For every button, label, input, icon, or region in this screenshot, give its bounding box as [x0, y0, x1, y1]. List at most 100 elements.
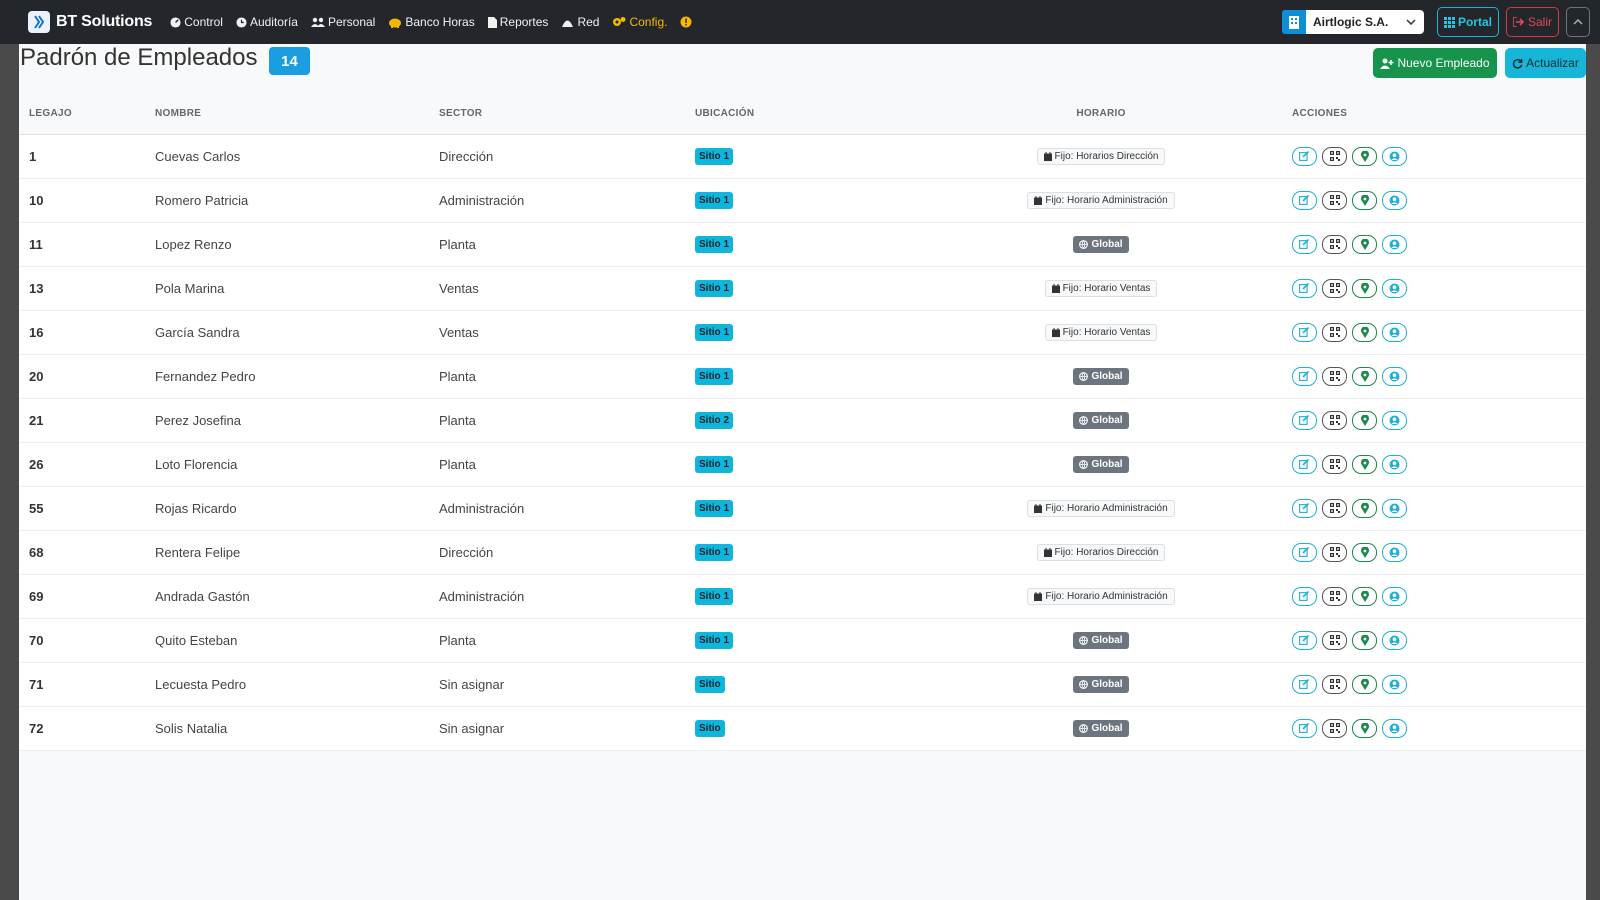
- edit-button[interactable]: [1292, 718, 1317, 738]
- edit-button[interactable]: [1292, 542, 1317, 562]
- location-button[interactable]: [1352, 278, 1377, 298]
- map-marker-icon: [1360, 546, 1369, 558]
- cell-legajo: 10: [19, 178, 155, 223]
- nav-item-red[interactable]: Red: [561, 15, 599, 29]
- edit-button[interactable]: [1292, 278, 1317, 298]
- location-button[interactable]: [1352, 234, 1377, 254]
- user-circle-icon: [1389, 195, 1400, 205]
- brand[interactable]: BT Solutions: [28, 11, 152, 33]
- nav-item-banco-horas[interactable]: Banco Horas: [388, 15, 475, 29]
- table-row: 1 Cuevas Carlos Dirección Sitio 1 Fijo: Hora…: [19, 134, 1586, 179]
- user-profile-button[interactable]: [1382, 190, 1407, 210]
- cell-sector: Planta: [439, 442, 695, 487]
- user-profile-button[interactable]: [1382, 366, 1407, 386]
- qr-code-button[interactable]: [1322, 410, 1347, 430]
- cell-nombre: Rojas Ricardo: [155, 486, 439, 531]
- company-select[interactable]: Airtlogic S.A.: [1305, 10, 1424, 34]
- header-nombre[interactable]: NOMBRE: [155, 94, 439, 135]
- cell-acciones: [1292, 398, 1586, 443]
- nav-item-reportes[interactable]: Reportes: [487, 15, 548, 29]
- edit-button[interactable]: [1292, 630, 1317, 650]
- portal-button[interactable]: Portal: [1436, 7, 1499, 37]
- user-circle-icon: [1389, 151, 1400, 161]
- cell-nombre: Quito Esteban: [155, 618, 439, 663]
- user-profile-button[interactable]: [1382, 674, 1407, 694]
- qr-code-button[interactable]: [1322, 674, 1347, 694]
- user-profile-button[interactable]: [1382, 146, 1407, 166]
- qr-code-icon: [1329, 547, 1340, 557]
- user-profile-button[interactable]: [1382, 498, 1407, 518]
- edit-button[interactable]: [1292, 146, 1317, 166]
- horario-label: Fijo: Horario Administración: [1045, 590, 1168, 602]
- location-button[interactable]: [1352, 366, 1377, 386]
- edit-button[interactable]: [1292, 498, 1317, 518]
- qr-code-button[interactable]: [1322, 278, 1347, 298]
- edit-button[interactable]: [1292, 410, 1317, 430]
- location-button[interactable]: [1352, 146, 1377, 166]
- qr-code-button[interactable]: [1322, 498, 1347, 518]
- edit-button[interactable]: [1292, 322, 1317, 342]
- header-horario[interactable]: HORARIO: [910, 94, 1292, 135]
- map-marker-icon: [1360, 282, 1369, 294]
- location-button[interactable]: [1352, 630, 1377, 650]
- header-ubicacion[interactable]: UBICACIÓN: [695, 94, 910, 135]
- location-button[interactable]: [1352, 542, 1377, 562]
- qr-code-button[interactable]: [1322, 542, 1347, 562]
- globe-icon: [1079, 459, 1089, 469]
- location-button[interactable]: [1352, 586, 1377, 606]
- location-button[interactable]: [1352, 190, 1377, 210]
- qr-code-button[interactable]: [1322, 146, 1347, 166]
- qr-code-button[interactable]: [1322, 234, 1347, 254]
- calendar-icon: [1051, 327, 1060, 337]
- nav-item-control[interactable]: Control: [170, 15, 223, 29]
- nav-item-config[interactable]: Config.: [612, 15, 667, 29]
- cell-legajo: 69: [19, 574, 155, 619]
- edit-button[interactable]: [1292, 190, 1317, 210]
- nav-item-auditoria[interactable]: Auditoría: [236, 15, 298, 29]
- user-profile-button[interactable]: [1382, 454, 1407, 474]
- calendar-icon: [1034, 591, 1043, 601]
- user-profile-button[interactable]: [1382, 322, 1407, 342]
- user-profile-button[interactable]: [1382, 278, 1407, 298]
- collapse-button[interactable]: [1566, 7, 1590, 37]
- user-profile-button[interactable]: [1382, 410, 1407, 430]
- qr-code-button[interactable]: [1322, 454, 1347, 474]
- qr-code-button[interactable]: [1322, 586, 1347, 606]
- edit-button[interactable]: [1292, 234, 1317, 254]
- horario-label: Fijo: Horario Administración: [1045, 502, 1168, 514]
- user-profile-button[interactable]: [1382, 630, 1407, 650]
- user-profile-button[interactable]: [1382, 234, 1407, 254]
- location-button[interactable]: [1352, 410, 1377, 430]
- qr-code-button[interactable]: [1322, 190, 1347, 210]
- qr-code-button[interactable]: [1322, 366, 1347, 386]
- ubicacion-badge: Sitio 1: [695, 324, 734, 341]
- user-profile-button[interactable]: [1382, 586, 1407, 606]
- location-button[interactable]: [1352, 322, 1377, 342]
- cell-acciones: [1292, 618, 1586, 663]
- user-profile-button[interactable]: [1382, 542, 1407, 562]
- qr-code-button[interactable]: [1322, 322, 1347, 342]
- location-button[interactable]: [1352, 718, 1377, 738]
- header-sector[interactable]: SECTOR: [439, 94, 695, 135]
- location-button[interactable]: [1352, 454, 1377, 474]
- cell-legajo: 13: [19, 266, 155, 311]
- info-button[interactable]: [680, 16, 692, 28]
- cell-ubicacion: Sitio: [695, 662, 910, 707]
- nav-item-personal[interactable]: Personal: [310, 15, 375, 29]
- edit-button[interactable]: [1292, 586, 1317, 606]
- header-legajo[interactable]: LEGAJO: [19, 94, 155, 135]
- chevron-up-icon: [1573, 19, 1583, 25]
- user-profile-button[interactable]: [1382, 718, 1407, 738]
- salir-button[interactable]: Salir: [1505, 7, 1559, 37]
- edit-button[interactable]: [1292, 674, 1317, 694]
- qr-code-button[interactable]: [1322, 630, 1347, 650]
- edit-button[interactable]: [1292, 366, 1317, 386]
- location-button[interactable]: [1352, 674, 1377, 694]
- location-button[interactable]: [1352, 498, 1377, 518]
- actualizar-button[interactable]: Actualizar: [1505, 48, 1586, 78]
- table-body: 1 Cuevas Carlos Dirección Sitio 1 Fijo: Hora…: [19, 134, 1586, 751]
- chevron-down-icon: [1406, 19, 1416, 25]
- qr-code-button[interactable]: [1322, 718, 1347, 738]
- edit-button[interactable]: [1292, 454, 1317, 474]
- nuevo-empleado-button[interactable]: Nuevo Empleado: [1373, 48, 1497, 78]
